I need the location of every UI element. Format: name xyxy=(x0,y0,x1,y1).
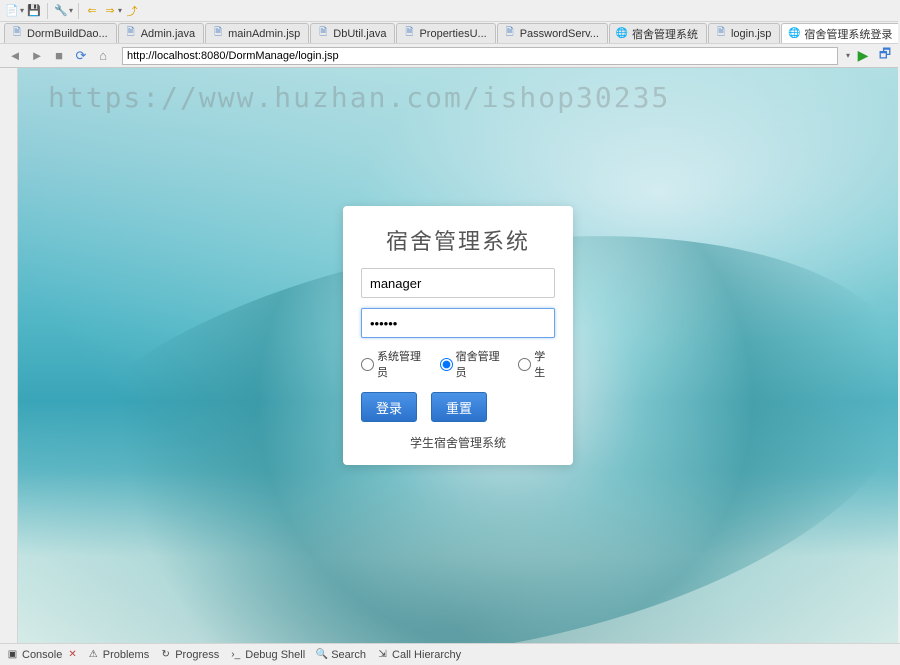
bottom-views-bar: ▣Console ✕ ⚠Problems ↻Progress ›_Debug Sh… xyxy=(0,643,900,665)
role-radio-group: 系统管理员 宿舍管理员 学生 xyxy=(361,348,555,380)
view-label: Debug Shell xyxy=(245,649,305,661)
role-option-admin[interactable]: 系统管理员 xyxy=(361,348,430,380)
go-icon[interactable]: ▶ xyxy=(854,47,872,65)
reset-button[interactable]: 重置 xyxy=(431,392,487,422)
url-input[interactable] xyxy=(122,47,838,65)
tab-label: mainAdmin.jsp xyxy=(228,28,300,40)
file-icon: 🗎 xyxy=(504,28,516,40)
file-icon: 🗎 xyxy=(125,28,137,40)
separator xyxy=(47,3,48,19)
radio-manager[interactable] xyxy=(440,358,453,371)
view-search[interactable]: 🔍Search xyxy=(315,648,366,661)
radio-label: 宿舍管理员 xyxy=(456,348,509,380)
page-viewport: https://www.huzhan.com/ishop30235 宿舍管理系统… xyxy=(18,68,898,643)
password-input[interactable] xyxy=(361,308,555,338)
browser-home-icon[interactable]: ⌂ xyxy=(94,47,112,65)
tab-label: 宿舍管理系统登录 xyxy=(804,26,892,42)
tab-admin-java[interactable]: 🗎 Admin.java xyxy=(118,23,204,43)
globe-icon: 🌐 xyxy=(788,28,800,40)
forward-icon[interactable]: ⇒ xyxy=(102,3,118,19)
login-card: 宿舍管理系统 系统管理员 宿舍管理员 学生 登录 重置 学生宿舍管理系统 xyxy=(343,206,573,465)
last-edit-icon[interactable]: ⤴ xyxy=(124,3,140,19)
tab-propertiesu[interactable]: 🗎 PropertiesU... xyxy=(396,23,495,43)
login-button[interactable]: 登录 xyxy=(361,392,417,422)
editor-tabs: 🗎 DormBuildDao... 🗎 Admin.java 🗎 mainAdmin.… xyxy=(0,22,900,44)
tab-passwordserv[interactable]: 🗎 PasswordServ... xyxy=(497,23,608,43)
file-icon: 🗎 xyxy=(212,28,224,40)
login-title: 宿舍管理系统 xyxy=(361,224,555,256)
tab-label: PasswordServ... xyxy=(520,28,599,40)
file-icon: 🗎 xyxy=(403,28,415,40)
view-call-hierarchy[interactable]: ⇲Call Hierarchy xyxy=(376,648,461,661)
browser-bar: ◄ ► ■ ⟳ ⌂ ▾ ▶ 🗗 xyxy=(0,44,900,68)
radio-label: 学生 xyxy=(534,348,555,380)
tab-label: DbUtil.java xyxy=(333,28,386,40)
file-icon: 🗎 xyxy=(317,28,329,40)
ide-toolbar: 📄▾ 💾 🔧▾ ⇐ ⇒▾ ⤴ xyxy=(0,0,900,22)
tab-label: login.jsp xyxy=(731,28,771,40)
save-icon[interactable]: 💾 xyxy=(26,3,42,19)
left-gutter xyxy=(0,68,18,643)
console-icon: ▣ xyxy=(6,648,19,661)
tab-dbutil[interactable]: 🗎 DbUtil.java xyxy=(310,23,395,43)
browser-stop-icon[interactable]: ■ xyxy=(50,47,68,65)
tab-label: 宿舍管理系统 xyxy=(632,26,698,42)
tab-label: DormBuildDao... xyxy=(27,28,108,40)
problems-icon: ⚠ xyxy=(87,648,100,661)
browser-menu-icon[interactable]: 🗗 xyxy=(876,47,894,65)
watermark-text: https://www.huzhan.com/ishop30235 xyxy=(18,81,898,114)
file-icon: 🗎 xyxy=(715,28,727,40)
login-footer: 学生宿舍管理系统 xyxy=(361,434,555,451)
back-icon[interactable]: ⇐ xyxy=(84,3,100,19)
browser-back-icon[interactable]: ◄ xyxy=(6,47,24,65)
progress-icon: ↻ xyxy=(159,648,172,661)
tab-dormbuilddao[interactable]: 🗎 DormBuildDao... xyxy=(4,23,117,43)
tool-icon[interactable]: 🔧 xyxy=(53,3,69,19)
url-dropdown-icon[interactable]: ▾ xyxy=(846,51,850,60)
tab-mainadmin-jsp[interactable]: 🗎 mainAdmin.jsp xyxy=(205,23,309,43)
tab-dorm-login[interactable]: 🌐宿舍管理系统登录✕ xyxy=(781,23,900,43)
view-label: Problems xyxy=(103,649,149,661)
debug-shell-icon: ›_ xyxy=(229,648,242,661)
view-problems[interactable]: ⚠Problems xyxy=(87,648,149,661)
view-progress[interactable]: ↻Progress xyxy=(159,648,219,661)
view-label: Search xyxy=(331,649,366,661)
separator xyxy=(78,3,79,19)
radio-label: 系统管理员 xyxy=(377,348,430,380)
button-row: 登录 重置 xyxy=(361,392,555,422)
dropdown-icon[interactable]: ▾ xyxy=(69,6,73,15)
radio-student[interactable] xyxy=(518,358,531,371)
radio-admin[interactable] xyxy=(361,358,374,371)
tab-label: Admin.java xyxy=(141,28,195,40)
tab-login-jsp[interactable]: 🗎 login.jsp xyxy=(708,23,780,43)
view-console[interactable]: ▣Console ✕ xyxy=(6,648,77,661)
role-option-manager[interactable]: 宿舍管理员 xyxy=(440,348,509,380)
dropdown-icon[interactable]: ▾ xyxy=(20,6,24,15)
close-icon[interactable]: ✕ xyxy=(68,649,76,660)
role-option-student[interactable]: 学生 xyxy=(518,348,555,380)
browser-forward-icon[interactable]: ► xyxy=(28,47,46,65)
view-label: Console xyxy=(22,649,62,661)
view-debug-shell[interactable]: ›_Debug Shell xyxy=(229,648,305,661)
globe-icon: 🌐 xyxy=(616,28,628,40)
view-label: Call Hierarchy xyxy=(392,649,461,661)
file-icon: 🗎 xyxy=(11,28,23,40)
dropdown-icon[interactable]: ▾ xyxy=(118,6,122,15)
tab-label: PropertiesU... xyxy=(419,28,486,40)
tab-dorm-system[interactable]: 🌐 宿舍管理系统 xyxy=(609,23,707,43)
view-label: Progress xyxy=(175,649,219,661)
search-icon: 🔍 xyxy=(315,648,328,661)
browser-refresh-icon[interactable]: ⟳ xyxy=(72,47,90,65)
new-icon[interactable]: 📄 xyxy=(4,3,20,19)
username-input[interactable] xyxy=(361,268,555,298)
call-hierarchy-icon: ⇲ xyxy=(376,648,389,661)
